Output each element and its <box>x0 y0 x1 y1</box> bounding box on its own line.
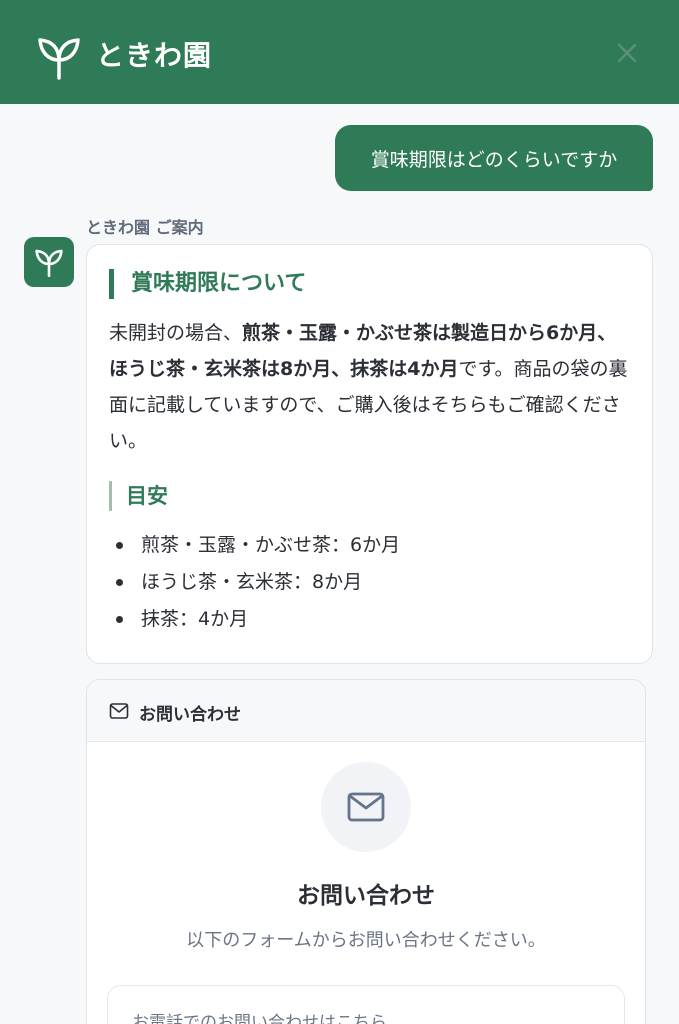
contact-title: お問い合わせ <box>297 883 435 909</box>
close-icon[interactable] <box>612 38 642 68</box>
leaf-logo-icon <box>38 38 80 80</box>
user-message-bubble: 賞味期限はどのくらいですか <box>335 125 653 191</box>
brand-name: ときわ園 <box>96 39 213 72</box>
leaf-icon <box>35 249 63 277</box>
answer-paragraph: 未開封の場合、煎茶・玉露・かぶせ茶は製造日から6か月、ほうじ茶・玄米茶は8か月、… <box>109 315 635 459</box>
answer-text-1: 未開封の場合、 <box>109 322 243 344</box>
phone-contact-label: お電話でのお問い合わせはこちら <box>132 1013 387 1024</box>
phone-contact-button[interactable]: お電話でのお問い合わせはこちら <box>107 985 625 1024</box>
contact-description: 以下のフォームからお問い合わせください。 <box>186 930 546 951</box>
app-header: ときわ園 <box>0 0 679 104</box>
list-item: ほうじ茶・玄米茶：8か月 <box>109 564 400 601</box>
bot-avatar <box>24 237 74 287</box>
contact-card-header: お問い合わせ <box>87 680 645 742</box>
bot-answer-card: 賞味期限について 未開封の場合、煎茶・玉露・かぶせ茶は製造日から6か月、ほうじ茶… <box>86 244 653 664</box>
list-item: 煎茶・玉露・かぶせ茶：6か月 <box>109 527 400 564</box>
guideline-list: 煎茶・玉露・かぶせ茶：6か月 ほうじ茶・玄米茶：8か月 抹茶：4か月 <box>109 527 400 638</box>
bot-label: ときわ園 ご案内 <box>86 218 204 237</box>
mail-icon <box>347 792 385 822</box>
answer-sub-heading: 目安 <box>109 481 168 511</box>
contact-card: お問い合わせ お問い合わせ 以下のフォームからお問い合わせください。 お電話での… <box>86 679 646 1024</box>
user-message-text: 賞味期限はどのくらいですか <box>370 148 618 171</box>
list-item: 抹茶：4か月 <box>109 601 400 638</box>
mail-icon <box>109 703 129 719</box>
mail-icon-circle <box>321 762 411 852</box>
answer-heading: 賞味期限について <box>109 269 306 299</box>
contact-header-title: お問い合わせ <box>139 705 241 725</box>
